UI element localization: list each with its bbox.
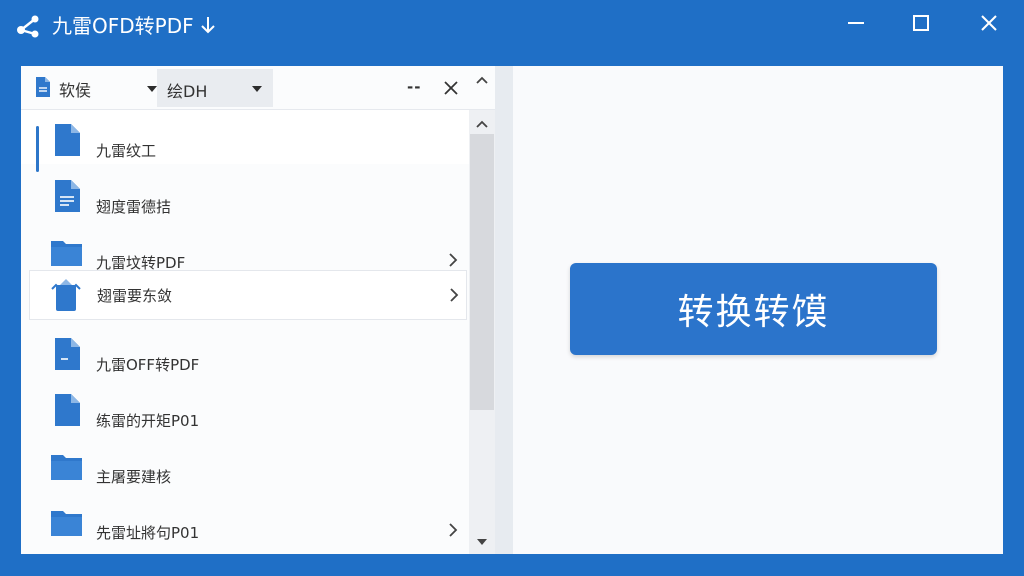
document-icon	[49, 392, 85, 426]
preview-panel: 转换转馍	[513, 66, 1003, 554]
app-window: 九雷OFD转PDF 软侯 绘DH -- 九雷纹工 翅度雷德拮 九雷坟转PDF 翅…	[0, 0, 1024, 576]
panel-divider[interactable]	[495, 66, 513, 554]
list-item[interactable]: 翅雷要东敛	[29, 270, 467, 320]
open-box-icon	[48, 277, 84, 311]
file-list: 九雷纹工 翅度雷德拮 九雷坟转PDF 翅雷要东敛 九雷OFF转PDF 练雷的开矩…	[21, 110, 469, 554]
minimize-button[interactable]	[838, 10, 874, 40]
list-item[interactable]: 九雷OFF转PDF	[21, 324, 469, 378]
close-panel-icon[interactable]	[442, 79, 460, 97]
list-item-label: 先雷址將句P01	[96, 524, 200, 542]
type-dropdown-label: 绘DH	[167, 82, 208, 101]
file-dropdown[interactable]: 软侯	[35, 74, 165, 104]
list-item[interactable]: 练雷的开矩P01	[21, 380, 469, 434]
chevron-up-icon[interactable]	[473, 72, 491, 88]
list-item-label: 练雷的开矩P01	[96, 412, 200, 430]
text-document-icon	[49, 178, 85, 212]
title-bar[interactable]: 九雷OFD转PDF	[0, 0, 1024, 52]
download-arrow-icon[interactable]	[199, 14, 217, 36]
file-toolbar: 软侯 绘DH --	[21, 66, 495, 110]
close-icon	[980, 14, 998, 36]
file-browser-panel: 软侯 绘DH -- 九雷纹工 翅度雷德拮 九雷坟转PDF 翅雷要东敛 九雷OFF…	[21, 66, 495, 554]
list-item[interactable]: 先雷址將句P01	[21, 492, 469, 546]
document-icon	[49, 122, 85, 156]
convert-button[interactable]: 转换转馍	[570, 263, 937, 355]
list-item[interactable]: 九雷纹工	[21, 110, 469, 172]
share-nodes-icon	[14, 12, 42, 40]
list-item-label: 翅度雷德拮	[96, 198, 172, 216]
maximize-button[interactable]	[903, 10, 939, 40]
folder-icon	[49, 504, 85, 538]
document-icon	[35, 76, 51, 102]
collapse-button[interactable]: --	[407, 78, 421, 96]
list-item[interactable]: 主屠要建核	[21, 436, 469, 490]
chevron-up-icon[interactable]	[473, 116, 491, 130]
chevron-down-icon	[252, 86, 262, 92]
chevron-right-icon[interactable]	[448, 252, 458, 268]
chevron-down-icon	[147, 86, 157, 92]
chevron-right-icon[interactable]	[448, 522, 458, 538]
file-dropdown-label: 软侯	[59, 81, 92, 100]
list-scrollbar[interactable]	[469, 110, 495, 554]
list-item[interactable]: 翅度雷德拮	[21, 166, 469, 220]
chevron-down-icon[interactable]	[473, 534, 491, 548]
app-title: 九雷OFD转PDF	[52, 14, 194, 38]
content-area: 软侯 绘DH -- 九雷纹工 翅度雷德拮 九雷坟转PDF 翅雷要东敛 九雷OFF…	[21, 66, 1003, 554]
list-item-label: 翅雷要东敛	[97, 287, 173, 305]
list-item-label: 主屠要建核	[96, 468, 172, 486]
list-item-label: 九雷OFF转PDF	[96, 356, 200, 374]
minimize-icon	[847, 14, 865, 36]
list-item-label: 九雷纹工	[96, 142, 157, 160]
type-dropdown[interactable]: 绘DH	[157, 69, 273, 107]
close-window-button[interactable]	[971, 10, 1007, 40]
scroll-thumb[interactable]	[470, 134, 494, 410]
folder-icon	[49, 448, 85, 482]
maximize-icon	[912, 14, 930, 36]
folder-icon	[49, 234, 85, 268]
chevron-right-icon[interactable]	[449, 287, 459, 303]
list-item[interactable]: 九雷坟转PDF	[21, 222, 469, 276]
document-minus-icon	[49, 336, 85, 370]
